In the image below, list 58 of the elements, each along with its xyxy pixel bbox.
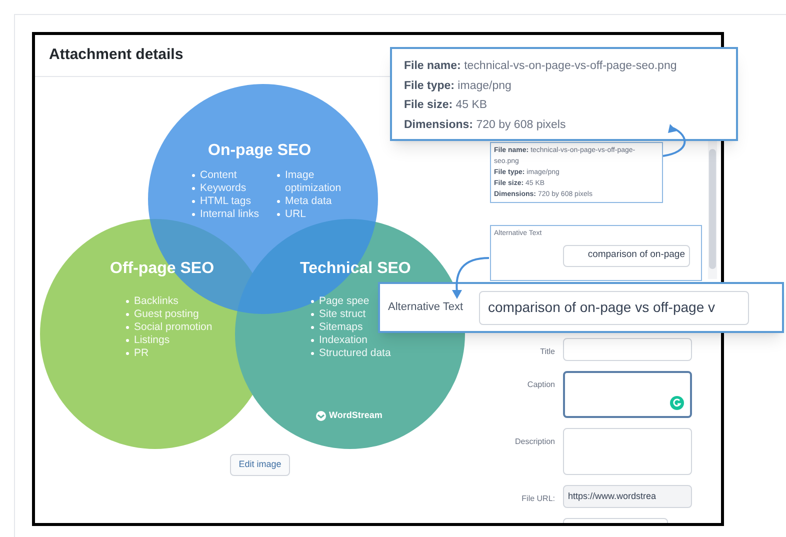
diagram-item: PR (134, 347, 149, 360)
diagram-item: HTML tags (200, 195, 251, 208)
diagram-item: Social promotion (134, 321, 212, 334)
title-field[interactable] (563, 338, 692, 361)
diagram-item: Site struct (319, 308, 366, 321)
bullet-icon (126, 339, 129, 342)
bullet-icon (192, 174, 195, 177)
diagram-item: Keywords (200, 182, 246, 195)
curved-arrow (662, 124, 686, 157)
callout-text: File name: technical-vs-on-page-vs-off-page-seo.png (404, 59, 678, 74)
diagram-item: Content (200, 169, 237, 182)
bullet-icon (126, 313, 129, 316)
bullet-icon (192, 213, 195, 216)
bullet-icon (277, 213, 280, 216)
diagram-item: Listings (134, 334, 170, 347)
diagram-item: Backlinks (134, 295, 178, 308)
diagram-item: Page spee (319, 295, 370, 308)
callout-text: File type: image/png (404, 78, 512, 94)
url-field[interactable]: https://www.wordstrea (563, 485, 692, 508)
diagram-item: Structured data (319, 347, 391, 360)
alt-text-field[interactable]: comparison of on-page (563, 244, 690, 266)
scrollbar-thumb[interactable] (709, 149, 716, 269)
bullet-icon (192, 187, 195, 190)
bullet-icon (126, 352, 129, 355)
diagram-item: Meta data (285, 195, 333, 208)
bullet-icon (277, 174, 280, 177)
bullet-icon (311, 300, 314, 303)
logo-icon (316, 410, 326, 421)
diagram-item: Image optimization (285, 169, 342, 195)
bullet-icon (311, 326, 314, 329)
diagram-item: Indexation (319, 334, 368, 347)
field-label: Title (539, 346, 555, 358)
bullet-icon (311, 352, 314, 355)
field-label: Alternative Text (388, 300, 464, 316)
text-area[interactable] (563, 371, 692, 418)
diagram-item: URL (285, 208, 308, 221)
bullet-icon (311, 313, 314, 316)
grammar-checker-icon[interactable] (670, 396, 684, 410)
callout-text: Dimensions: 720 by 608 pixels (404, 118, 567, 132)
bullet-icon (126, 300, 129, 303)
field-label: Description (514, 436, 555, 448)
bullet-icon (192, 200, 195, 203)
field-label: Caption (526, 379, 555, 391)
panel-title: Attachment details (49, 45, 184, 66)
bullet-icon (126, 326, 129, 329)
logo-text: WordStream (329, 409, 382, 422)
bullet-icon (277, 200, 280, 203)
diagram-heading: Technical SEO (300, 259, 411, 279)
edit-image-button[interactable]: Edit image (230, 454, 290, 476)
field-label: File URL: (520, 493, 555, 505)
diagram-item: Internal links (200, 208, 259, 221)
diagram-item: Guest posting (134, 308, 199, 321)
alt-text-field[interactable]: comparison of on-page vs off-page v (479, 290, 750, 324)
bullet-icon (311, 339, 314, 342)
diagram-heading: On-page SEO (208, 141, 312, 161)
diagram-item: Sitemaps (319, 321, 363, 334)
callout-text: File size: 45 KB (404, 98, 488, 113)
curved-arrow (452, 257, 490, 299)
